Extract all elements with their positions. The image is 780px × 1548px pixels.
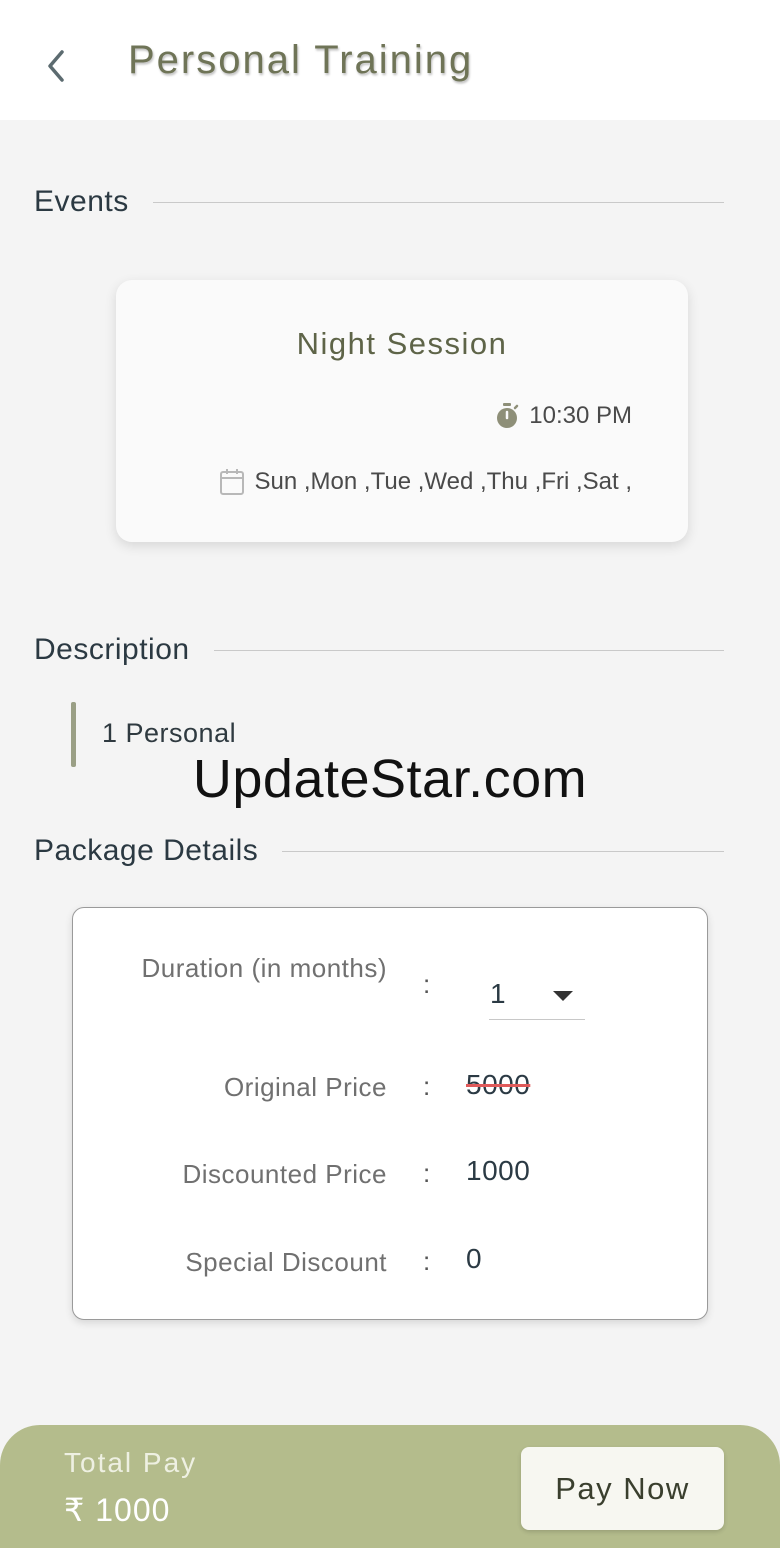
package-details-heading: Package Details xyxy=(34,834,259,867)
special-discount-label: Special Discount xyxy=(185,1247,387,1277)
original-price-label: Original Price xyxy=(223,1072,387,1102)
original-price-value: 5000 xyxy=(466,1069,531,1100)
duration-value: 1 xyxy=(490,978,506,1009)
divider xyxy=(282,850,724,852)
event-card[interactable]: Night Session 10:30 PM Sun ,Mon ,Tue ,We… xyxy=(116,280,688,542)
duration-label: Duration (in months) xyxy=(141,953,387,983)
special-discount-value: 0 xyxy=(466,1243,483,1274)
page-title: Personal Training xyxy=(128,38,474,82)
divider xyxy=(152,201,724,203)
events-heading: Events xyxy=(34,185,129,218)
discounted-price-label: Discounted Price xyxy=(182,1159,387,1189)
total-pay-label: Total Pay xyxy=(64,1447,198,1478)
chevron-left-icon xyxy=(48,50,64,82)
back-button[interactable] xyxy=(32,40,80,92)
package-card: Duration (in months) : 1 Original Price … xyxy=(72,907,708,1320)
stopwatch-icon xyxy=(497,403,519,428)
events-section-header: Events xyxy=(34,182,724,222)
watermark: UpdateStar.com xyxy=(192,749,588,809)
description-text: 1 Personal xyxy=(102,718,237,748)
description-section-header: Description xyxy=(34,630,724,670)
pay-now-button[interactable]: Pay Now xyxy=(521,1447,724,1530)
description-heading: Description xyxy=(34,633,190,666)
event-time: 10:30 PM xyxy=(495,400,632,432)
app-header: Personal Training xyxy=(0,0,780,120)
total-pay-amount: ₹ 1000 xyxy=(64,1492,171,1528)
payment-footer: Total Pay ₹ 1000 Pay Now xyxy=(0,1425,780,1548)
calendar-icon xyxy=(219,469,244,495)
original-price-colon: : xyxy=(423,1071,431,1101)
event-time-text: 10:30 PM xyxy=(529,402,632,429)
duration-dropdown[interactable]: 1 xyxy=(489,972,585,1020)
caret-down-icon xyxy=(553,991,573,1001)
discounted-price-colon: : xyxy=(423,1158,431,1188)
special-discount-colon: : xyxy=(423,1246,431,1276)
event-days: Sun ,Mon ,Tue ,Wed ,Thu ,Fri ,Sat , xyxy=(219,466,632,498)
event-name: Night Session xyxy=(296,326,508,361)
duration-colon: : xyxy=(423,969,431,999)
divider xyxy=(213,649,724,651)
event-days-text: Sun ,Mon ,Tue ,Wed ,Thu ,Fri ,Sat , xyxy=(254,468,632,495)
discounted-price-value: 1000 xyxy=(466,1155,531,1186)
package-section-header: Package Details xyxy=(34,831,724,871)
